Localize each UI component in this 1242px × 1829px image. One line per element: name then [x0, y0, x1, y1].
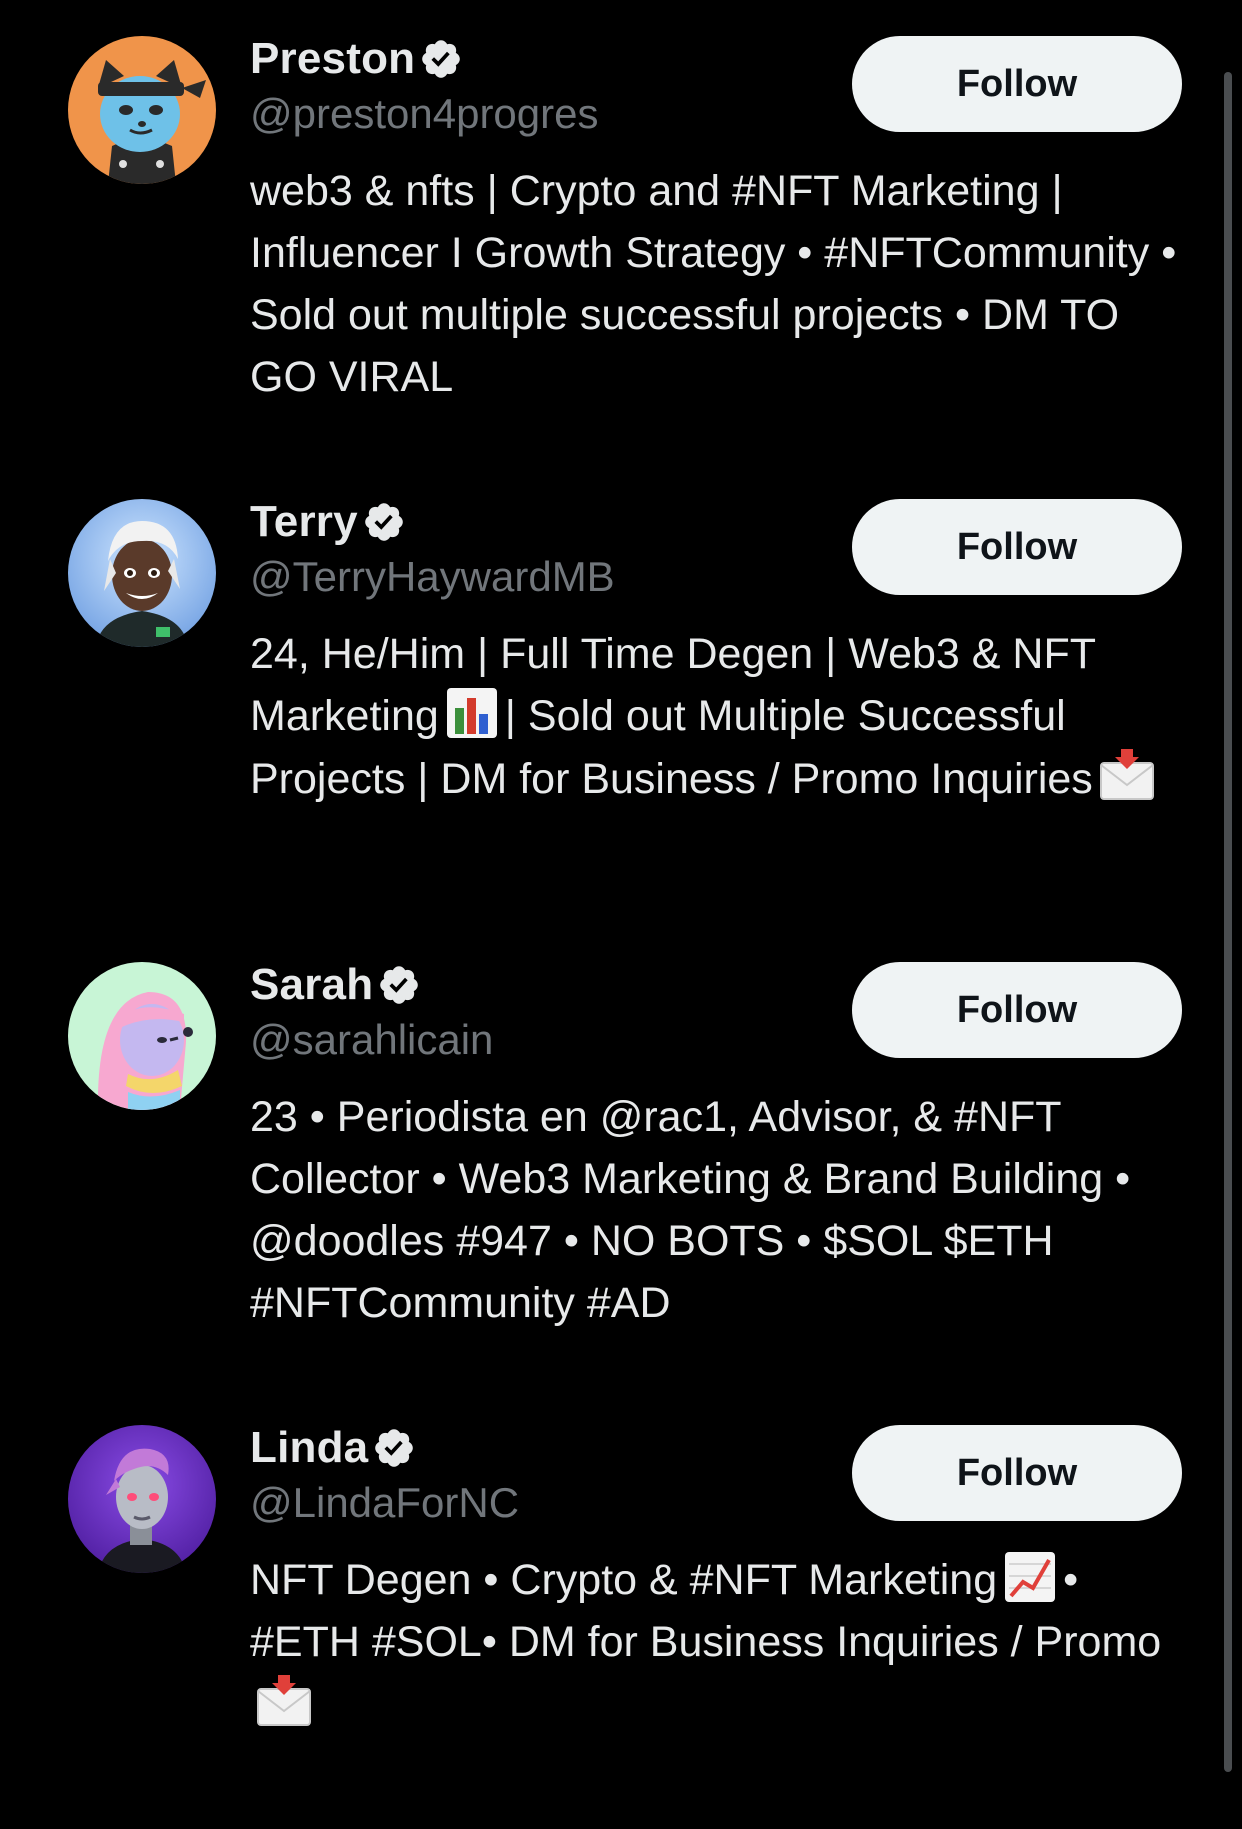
avatar[interactable] — [68, 36, 216, 184]
who-to-follow-list: Preston @preston4progres Follow web3 & n… — [0, 0, 1242, 1779]
user-bio: 24, He/Him | Full Time Degen | Web3 & NF… — [250, 623, 1190, 810]
user-cell[interactable]: Linda @LindaForNC Follow NFT Degen • Cry… — [0, 1389, 1220, 1829]
display-name[interactable]: Sarah — [250, 960, 373, 1010]
user-handle[interactable]: @preston4progres — [250, 90, 599, 138]
cartoon-cat-ninja-avatar — [68, 36, 216, 184]
display-name-row: Preston — [250, 30, 463, 88]
bar-chart-emoji-icon — [445, 686, 499, 740]
verified-badge-icon — [377, 963, 421, 1007]
follow-button[interactable]: Follow — [852, 962, 1182, 1058]
user-cell[interactable]: Terry @TerryHaywardMB Follow 24, He/Him … — [0, 463, 1220, 903]
bio-text: NFT Degen • Crypto & #NFT Marketing — [250, 1556, 998, 1604]
user-bio: NFT Degen • Crypto & #NFT Marketing • #ET… — [250, 1549, 1190, 1736]
display-name-row: Terry — [250, 493, 406, 551]
verified-badge-icon — [372, 1426, 416, 1470]
user-handle[interactable]: @LindaForNC — [250, 1479, 519, 1527]
chart-increasing-emoji-icon — [1003, 1550, 1057, 1604]
avatar[interactable] — [68, 1425, 216, 1573]
3d-robot-woman-avatar — [68, 1425, 216, 1573]
avatar[interactable] — [68, 499, 216, 647]
verified-badge-icon — [419, 37, 463, 81]
display-name-row: Linda — [250, 1419, 416, 1477]
user-cell[interactable]: Preston @preston4progres Follow web3 & n… — [0, 0, 1220, 440]
verified-badge-icon — [362, 500, 406, 544]
follow-button[interactable]: Follow — [852, 1425, 1182, 1521]
user-handle[interactable]: @TerryHaywardMB — [250, 553, 615, 601]
user-bio: 23 • Periodista en @rac1, Advisor, & #NF… — [250, 1093, 1131, 1327]
incoming-envelope-emoji-icon — [256, 1673, 312, 1729]
doodle-avatar — [68, 962, 216, 1110]
incoming-envelope-emoji-icon — [1099, 747, 1155, 803]
display-name[interactable]: Linda — [250, 1423, 368, 1473]
avatar[interactable] — [68, 962, 216, 1110]
3d-character-avatar — [68, 499, 216, 647]
user-bio: web3 & nfts | Crypto and #NFT Marketing … — [250, 167, 1177, 401]
display-name[interactable]: Preston — [250, 34, 415, 84]
display-name-row: Sarah — [250, 956, 421, 1014]
display-name[interactable]: Terry — [250, 497, 358, 547]
follow-button[interactable]: Follow — [852, 499, 1182, 595]
user-handle[interactable]: @sarahlicain — [250, 1016, 493, 1064]
scrollbar[interactable] — [1224, 72, 1232, 1772]
user-cell[interactable]: Sarah @sarahlicain Follow 23 • Periodist… — [0, 926, 1220, 1366]
follow-button[interactable]: Follow — [852, 36, 1182, 132]
